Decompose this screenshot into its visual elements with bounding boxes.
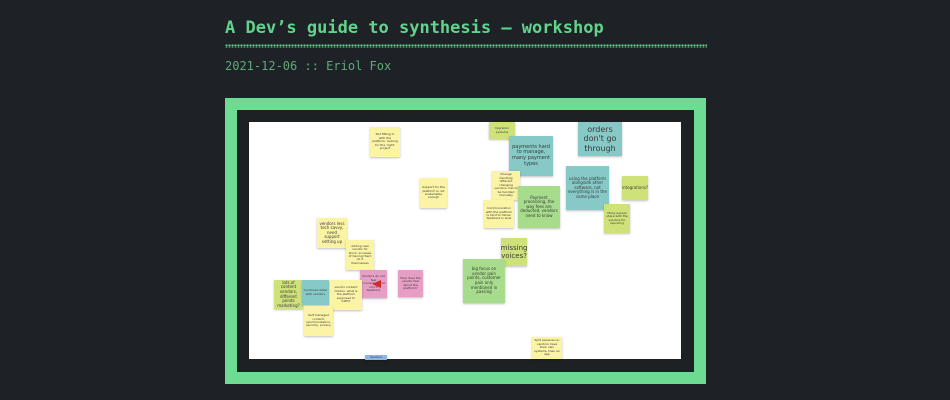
sticky-note: Many people share with the vendors for r… [604, 204, 630, 233]
sticky-note: big focus on vendor pain points, custome… [463, 259, 505, 303]
sticky-note: Not fitting in with the platform, lookin… [370, 127, 400, 157]
sticky-note: Payment processing, the way fees are ded… [518, 186, 560, 228]
post-date: 2021-12-06 [225, 59, 298, 73]
post-author[interactable]: Eriol Fox [326, 59, 391, 73]
sticky-note: payments hard to manage, many payment ty… [509, 136, 553, 176]
sticky-note: lots of content vendors, different point… [274, 280, 303, 309]
red-arrow-icon [372, 280, 381, 288]
sticky-note: Self-managed content, synchronisation, s… [304, 306, 333, 336]
sticky-note: vendors less tech savvy, need support se… [317, 218, 347, 248]
title-underline [225, 44, 707, 48]
sticky-note: Change handling different changing vendo… [492, 171, 520, 200]
sticky-note: How does the vendor feel about the platf… [398, 270, 423, 297]
sticky-note: Vendors [365, 355, 387, 360]
post-meta: 2021-12-06 :: Eriol Fox [225, 59, 391, 73]
meta-separator: :: [304, 59, 319, 73]
sticky-note: Communication with vendors [302, 280, 329, 305]
sticky-note: Support for the platform is not sustaina… [420, 178, 447, 208]
sticky-note: using the platform alongside other softw… [566, 166, 609, 210]
sticky-note: Split experience: vendors have their own… [532, 337, 562, 359]
sticky-note: vendor content hidden, what is the platf… [330, 280, 362, 310]
sticky-note: orders don't go through [578, 122, 622, 156]
sticky-note: Adding new vendor for stock, increase of… [346, 240, 374, 270]
sticky-note: integrations? [622, 176, 648, 200]
post-title: A Dev’s guide to synthesis – workshop [225, 18, 604, 38]
sticky-note: Communication with the platform is hard … [484, 200, 514, 228]
